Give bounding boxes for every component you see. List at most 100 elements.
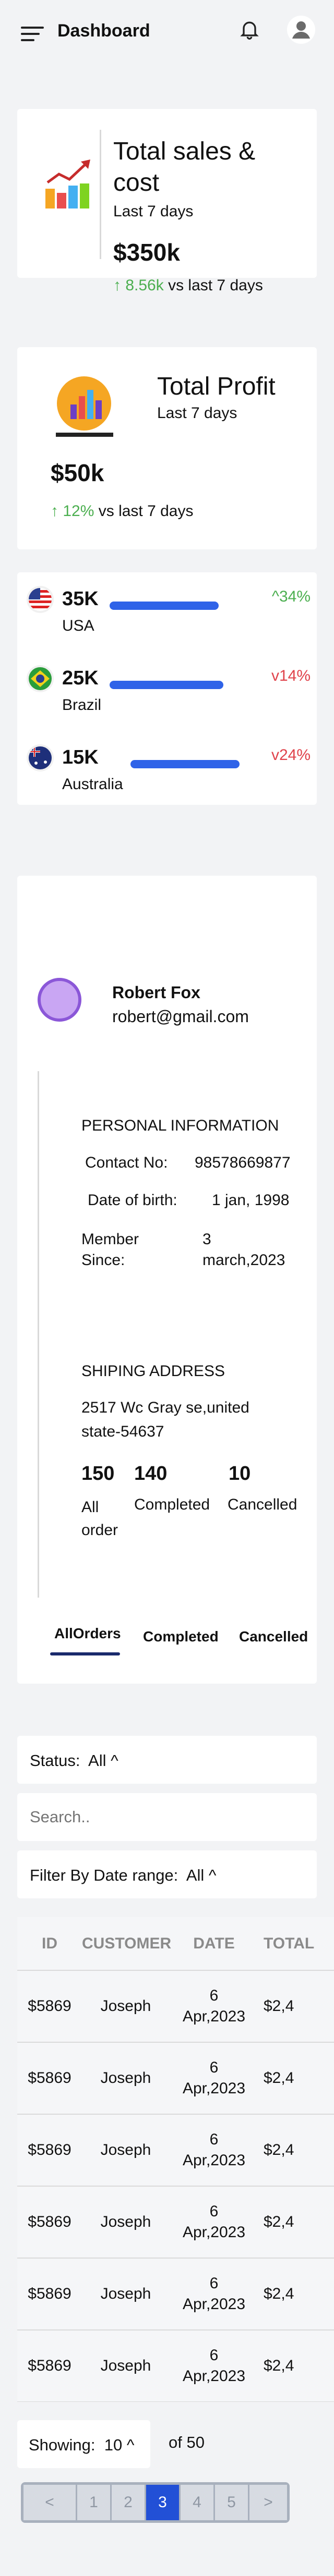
country-value: 25K: [62, 667, 99, 689]
user-icon[interactable]: [287, 16, 315, 44]
cell-date: 6 Apr,2023: [170, 2042, 258, 2115]
pagination: < 1 2 3 4 5 >: [21, 2482, 290, 2523]
country-percent: v24%: [271, 746, 311, 764]
country-progress-bar: [110, 681, 223, 689]
cell-total: $2,4: [258, 2258, 334, 2330]
page-button[interactable]: 1: [77, 2485, 110, 2520]
sales-period: Last 7 days: [113, 203, 194, 220]
cell-customer: Joseph: [82, 2042, 170, 2115]
column-header-customer[interactable]: CUSTOMER: [82, 1917, 171, 1971]
date-range-filter[interactable]: Filter By Date range: All ^: [17, 1850, 317, 1898]
stat-label: Completed: [134, 1496, 210, 1513]
dob-value: 1 jan, 1998: [212, 1192, 290, 1209]
country-name: Australia: [62, 776, 123, 793]
country-row-brazil: 25K Brazil v14%: [29, 667, 311, 725]
bell-icon[interactable]: [238, 18, 261, 41]
menu-icon[interactable]: [21, 27, 44, 41]
column-header-id[interactable]: ID: [17, 1917, 82, 1971]
avatar: [38, 978, 81, 1022]
cell-customer: Joseph: [82, 2114, 170, 2187]
profit-chart-icon: [55, 374, 115, 441]
us-flag-icon: [29, 588, 52, 611]
page-title: Dashboard: [57, 21, 150, 41]
country-percent: ^34%: [271, 588, 311, 605]
stat-label: Cancelled: [228, 1496, 297, 1513]
table-row[interactable]: $5869 Joseph 6 Apr,2023 $2,4: [17, 1970, 334, 2043]
table-row[interactable]: $5869 Joseph 6 Apr,2023 $2,4: [17, 2186, 334, 2259]
profit-title: Total Profit: [157, 373, 276, 400]
sales-card: Total sales & cost Last 7 days $350k ↑ 8…: [17, 109, 317, 294]
cell-customer: Joseph: [82, 2330, 170, 2402]
country-name: Brazil: [62, 696, 102, 714]
total-count: of 50: [169, 2433, 205, 2451]
profit-period: Last 7 days: [157, 404, 237, 422]
cell-total: $2,4: [258, 2042, 334, 2115]
cell-date: 6 Apr,2023: [170, 2186, 258, 2259]
page-button[interactable]: 4: [181, 2485, 213, 2520]
active-tab-indicator: [50, 1652, 120, 1655]
contact-value: 98578669877: [195, 1154, 291, 1171]
country-row-australia: 15K Australia v24%: [29, 746, 311, 804]
country-value: 35K: [62, 588, 99, 610]
sales-title: Total sales & cost: [113, 138, 256, 197]
dob-label: Date of birth:: [88, 1192, 177, 1209]
profit-delta: ↑ 12% vs last 7 days: [51, 502, 194, 520]
cell-customer: Joseph: [82, 2258, 170, 2330]
table-row[interactable]: $5869 Joseph 6 Apr,2023 $2,4: [17, 2114, 334, 2187]
cell-date: 6 Apr,2023: [170, 2330, 258, 2402]
table-row[interactable]: $5869 Joseph 6 Apr,2023 $2,4: [17, 2330, 334, 2402]
country-progress-bar: [130, 760, 240, 768]
country-row-usa: 35K USA ^34%: [29, 588, 311, 645]
page-button-active[interactable]: 3: [146, 2485, 179, 2520]
cell-total: $2,4: [258, 2330, 334, 2402]
column-header-total[interactable]: TOTAL: [258, 1917, 334, 1971]
table-row[interactable]: $5869 Joseph 6 Apr,2023 $2,4: [17, 2042, 334, 2115]
personal-info-heading: PERSONAL INFORMATION: [81, 1117, 279, 1134]
member-since-label: Member Since:: [81, 1231, 139, 1269]
shipping-address: 2517 Wc Gray se,united state-54637: [81, 1399, 249, 1440]
cell-date: 6 Apr,2023: [170, 2114, 258, 2187]
stat-value: 10: [229, 1463, 251, 1485]
cell-customer: Joseph: [82, 1970, 170, 2043]
cell-date: 6 Apr,2023: [170, 2258, 258, 2330]
profile-name: Robert Fox: [112, 983, 200, 1002]
page-size-select[interactable]: Showing: 10 ^: [17, 2420, 150, 2468]
australia-flag-icon: [29, 746, 52, 769]
sales-delta: ↑ 8.56k vs last 7 days: [113, 277, 263, 294]
country-progress-bar: [110, 602, 219, 610]
cell-date: 6 Apr,2023: [170, 1970, 258, 2043]
column-header-date[interactable]: DATE: [170, 1917, 258, 1971]
profile-email: robert@gmail.com: [112, 1007, 249, 1026]
cell-id: $5869: [17, 2330, 82, 2402]
cell-total: $2,4: [258, 1970, 334, 2043]
cell-id: $5869: [17, 2114, 82, 2187]
table-header: ID CUSTOMER DATE TOTAL: [17, 1917, 334, 1971]
status-filter[interactable]: Status: All ^: [17, 1736, 317, 1784]
country-percent: v14%: [271, 667, 311, 684]
contact-label: Contact No:: [85, 1154, 168, 1171]
shipping-heading: SHIPING ADDRESS: [81, 1363, 225, 1380]
orders-table: ID CUSTOMER DATE TOTAL $5869 Joseph 6 Apr,2…: [17, 1917, 334, 2402]
table-row[interactable]: $5869 Joseph 6 Apr,2023 $2,4: [17, 2258, 334, 2330]
prev-page-button[interactable]: <: [23, 2485, 76, 2520]
cell-total: $2,4: [258, 2186, 334, 2259]
page-button[interactable]: 2: [112, 2485, 145, 2520]
next-page-button[interactable]: >: [249, 2485, 287, 2520]
page-button[interactable]: 5: [215, 2485, 248, 2520]
cell-customer: Joseph: [82, 2186, 170, 2259]
cell-id: $5869: [17, 2186, 82, 2259]
stat-value: 150: [81, 1463, 115, 1485]
brazil-flag-icon: [29, 667, 52, 690]
profit-value: $50k: [51, 459, 104, 486]
sales-chart-icon: [43, 158, 93, 213]
stat-label: All order: [81, 1499, 118, 1539]
country-name: USA: [62, 617, 94, 634]
search-input[interactable]: [17, 1793, 317, 1841]
tab-all-orders[interactable]: AllOrders: [54, 1625, 121, 1642]
stat-value: 140: [134, 1463, 168, 1485]
member-since-value: 3 march,2023: [202, 1231, 285, 1269]
tab-cancelled[interactable]: Cancelled: [239, 1628, 308, 1645]
profit-card: Total Profit Last 7 days $50k ↑ 12% vs l…: [17, 347, 317, 549]
cell-id: $5869: [17, 2258, 82, 2330]
tab-completed[interactable]: Completed: [143, 1628, 219, 1645]
